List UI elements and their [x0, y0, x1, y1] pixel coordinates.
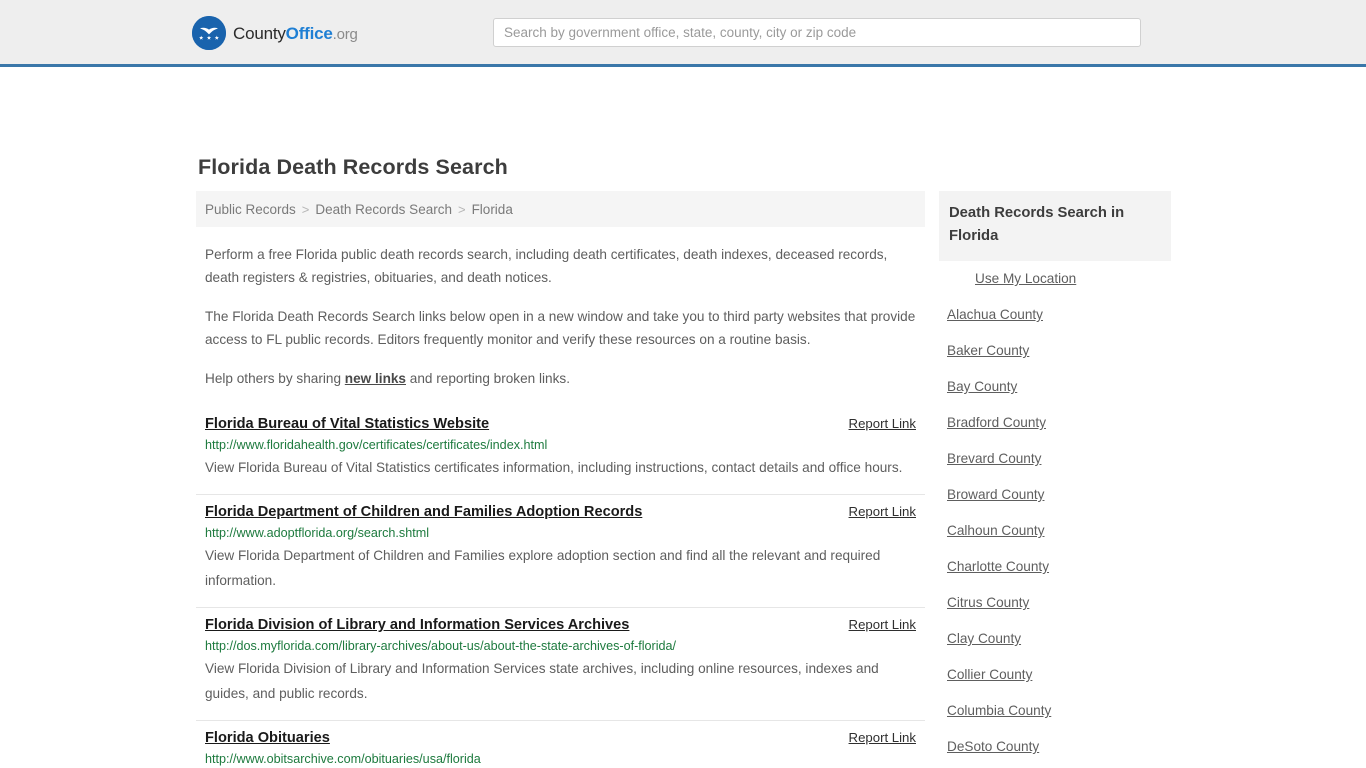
result-title-link[interactable]: Florida Obituaries — [205, 730, 330, 746]
sidebar-heading: Death Records Search in Florida — [939, 191, 1171, 261]
sidebar-item-broward-county[interactable]: Broward County — [939, 477, 1171, 513]
intro-paragraph-3: Help others by sharing new links and rep… — [205, 367, 916, 390]
breadcrumb-separator: > — [457, 201, 466, 217]
intro-text-after-link: and reporting broken links. — [406, 371, 570, 386]
list-item: Charlotte County — [939, 549, 1171, 585]
list-item: DeSoto County — [939, 729, 1171, 765]
sidebar-item-citrus-county[interactable]: Citrus County — [939, 585, 1171, 621]
list-item: Alachua County — [939, 297, 1171, 333]
intro-paragraph-1: Perform a free Florida public death reco… — [205, 247, 888, 285]
list-item: Broward County — [939, 477, 1171, 513]
results-list: Florida Bureau of Vital Statistics Websi… — [196, 407, 925, 768]
sidebar-item-collier-county[interactable]: Collier County — [939, 657, 1171, 693]
sidebar-item-calhoun-county[interactable]: Calhoun County — [939, 513, 1171, 549]
result-description: View Florida Bureau of Vital Statistics … — [205, 460, 903, 475]
page-title: Florida Death Records Search — [198, 155, 508, 179]
list-item: Baker County — [939, 333, 1171, 369]
list-item: Calhoun County — [939, 513, 1171, 549]
new-links-link[interactable]: new links — [345, 371, 406, 386]
list-item: Clay County — [939, 621, 1171, 657]
intro-text-before-link: Help others by sharing — [205, 371, 345, 386]
result-item: Florida Obituaries Report Link http://ww… — [196, 720, 925, 768]
sidebar-item-charlotte-county[interactable]: Charlotte County — [939, 549, 1171, 585]
breadcrumb-item-florida[interactable]: Florida — [472, 202, 513, 217]
result-url[interactable]: http://www.adoptflorida.org/search.shtml — [205, 526, 916, 540]
sidebar-county-list: Use My Location Alachua County Baker Cou… — [939, 261, 1171, 768]
site-logo[interactable]: CountyOffice.org — [192, 16, 358, 50]
list-item: Use My Location — [939, 261, 1171, 297]
result-header: Florida Obituaries Report Link — [205, 730, 916, 746]
breadcrumb-separator: > — [301, 201, 310, 217]
sidebar-item-brevard-county[interactable]: Brevard County — [939, 441, 1171, 477]
result-header: Florida Department of Children and Famil… — [205, 504, 916, 520]
sidebar-item-desoto-county[interactable]: DeSoto County — [939, 729, 1171, 765]
use-my-location-label: Use My Location — [975, 271, 1077, 286]
site-header: CountyOffice.org — [0, 0, 1366, 67]
result-title-link[interactable]: Florida Department of Children and Famil… — [205, 504, 642, 520]
report-link-button[interactable]: Report Link — [849, 730, 916, 745]
logo-text-county: County — [233, 23, 286, 43]
list-item: Bradford County — [939, 405, 1171, 441]
list-item: Brevard County — [939, 441, 1171, 477]
intro-section: Perform a free Florida public death reco… — [196, 243, 925, 390]
result-item: Florida Department of Children and Famil… — [196, 494, 925, 607]
sidebar: Death Records Search in Florida Use My L… — [939, 191, 1171, 768]
list-item: Collier County — [939, 657, 1171, 693]
report-link-button[interactable]: Report Link — [849, 617, 916, 632]
report-link-button[interactable]: Report Link — [849, 504, 916, 519]
list-item: Citrus County — [939, 585, 1171, 621]
main-content-column: Public Records > Death Records Search > … — [196, 191, 925, 768]
result-item: Florida Division of Library and Informat… — [196, 607, 925, 720]
result-header: Florida Division of Library and Informat… — [205, 617, 916, 633]
result-header: Florida Bureau of Vital Statistics Websi… — [205, 416, 916, 432]
logo-text-office: Office — [285, 23, 333, 43]
sidebar-item-clay-county[interactable]: Clay County — [939, 621, 1171, 657]
header-inner: CountyOffice.org — [0, 0, 1366, 67]
eagle-shield-icon — [192, 16, 226, 50]
sidebar-item-bradford-county[interactable]: Bradford County — [939, 405, 1171, 441]
location-pin-icon — [949, 271, 963, 285]
result-description: View Florida Division of Library and Inf… — [205, 661, 879, 701]
search-input[interactable] — [493, 18, 1141, 47]
sidebar-item-alachua-county[interactable]: Alachua County — [939, 297, 1171, 333]
sidebar-item-baker-county[interactable]: Baker County — [939, 333, 1171, 369]
breadcrumb-item-public-records[interactable]: Public Records — [205, 202, 296, 217]
result-title-link[interactable]: Florida Bureau of Vital Statistics Websi… — [205, 416, 489, 432]
report-link-button[interactable]: Report Link — [849, 416, 916, 431]
result-description: View Florida Department of Children and … — [205, 548, 881, 588]
breadcrumb-item-death-records-search[interactable]: Death Records Search — [315, 202, 452, 217]
sidebar-item-columbia-county[interactable]: Columbia County — [939, 693, 1171, 729]
result-title-link[interactable]: Florida Division of Library and Informat… — [205, 617, 629, 633]
site-logo-wordmark: CountyOffice.org — [233, 25, 358, 42]
intro-paragraph-2: The Florida Death Records Search links b… — [205, 309, 916, 347]
result-item: Florida Bureau of Vital Statistics Websi… — [196, 407, 925, 494]
result-url[interactable]: http://www.floridahealth.gov/certificate… — [205, 438, 916, 452]
result-url[interactable]: http://dos.myflorida.com/library-archive… — [205, 639, 916, 653]
use-my-location-link[interactable]: Use My Location — [939, 261, 1171, 297]
logo-text-org: .org — [332, 25, 358, 43]
result-url[interactable]: http://www.obitsarchive.com/obituaries/u… — [205, 752, 916, 766]
breadcrumb: Public Records > Death Records Search > … — [196, 191, 925, 227]
search-box — [493, 18, 1141, 47]
list-item: Bay County — [939, 369, 1171, 405]
list-item: Columbia County — [939, 693, 1171, 729]
sidebar-item-bay-county[interactable]: Bay County — [939, 369, 1171, 405]
